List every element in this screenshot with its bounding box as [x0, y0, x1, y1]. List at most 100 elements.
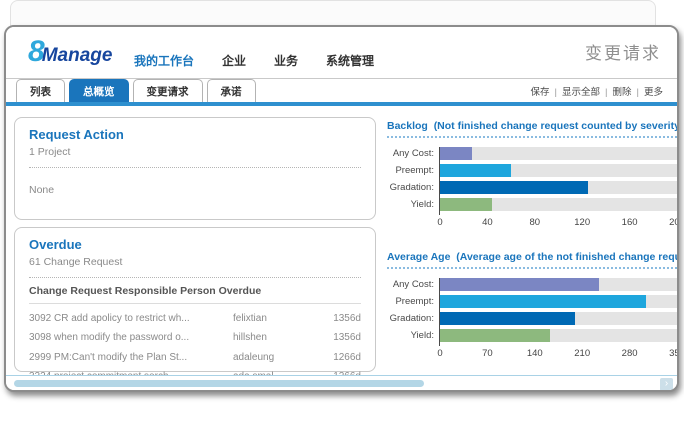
nav-item-系统管理[interactable]: 系统管理: [326, 54, 374, 68]
app-window: 8Manage 我的工作台企业业务系统管理 变更请求 列表总概览变更请求承诺 保…: [4, 25, 679, 392]
chart-bar: [440, 312, 575, 325]
chart-plot: Any Cost:Preempt:Gradation:Yield:: [387, 147, 677, 215]
chart-bar: [440, 329, 550, 342]
bar-track: [440, 181, 677, 194]
x-tick-label: 70: [482, 348, 493, 359]
cell-change-request: 2999 PM:Can't modify the Plan St...: [29, 352, 233, 363]
category-label: Any Cost:: [387, 147, 439, 160]
x-tick-label: 0: [437, 348, 442, 359]
app-header: 8Manage 我的工作台 企业 业务 系统管理 变更请求: [6, 27, 677, 79]
action-link-删除[interactable]: 删除: [613, 87, 632, 98]
table-row[interactable]: 2999 PM:Can't modify the Plan St...adale…: [29, 352, 361, 363]
action-link-保存[interactable]: 保存: [531, 87, 550, 98]
bars-area: [439, 147, 677, 215]
chart-bar: [440, 198, 492, 211]
category-labels: Any Cost:Preempt:Gradation:Yield:: [387, 147, 439, 215]
category-label: Preempt:: [387, 164, 439, 177]
content-area: Request Action 1 Project None Overdue 61…: [6, 106, 677, 375]
x-tick-label: 80: [530, 217, 541, 228]
x-axis-ticks: 0 70 140 210 280 350: [440, 348, 677, 360]
request-action-title: Request Action: [29, 127, 361, 142]
overdue-table-rows: 3092 CR add apolicy to restrict wh...fel…: [29, 313, 361, 383]
overdue-title: Overdue: [29, 237, 361, 252]
chart-bar: [440, 164, 511, 177]
cell-change-request: 3098 when modify the password o...: [29, 332, 233, 343]
action-links: 保存 | 显示全部 | 删除 | 更多: [531, 84, 663, 98]
cell-overdue: 1266d: [315, 352, 361, 363]
horizontal-scrollbar: ›: [6, 375, 677, 390]
chart-title: Backlog (Not finished change request cou…: [387, 120, 677, 138]
request-action-body: None: [29, 184, 361, 196]
tab-变更请求[interactable]: 变更请求: [133, 79, 203, 102]
page-title: 变更请求: [585, 39, 661, 64]
category-label: Gradation:: [387, 181, 439, 194]
x-tick-label: 40: [482, 217, 493, 228]
tab-列表[interactable]: 列表: [16, 79, 65, 102]
horizontal-scrollbar-thumb[interactable]: [14, 380, 424, 387]
nav-item-企业[interactable]: 企业: [222, 54, 246, 68]
cell-overdue: 1356d: [315, 313, 361, 324]
request-action-panel: Request Action 1 Project None: [14, 117, 376, 220]
action-link-更多[interactable]: 更多: [644, 87, 663, 98]
tab-总概览[interactable]: 总概览: [69, 79, 129, 102]
x-tick-label: 210: [574, 348, 590, 359]
chart-bar: [440, 181, 588, 194]
cell-overdue: 1356d: [315, 332, 361, 343]
x-tick-label: 160: [622, 217, 638, 228]
scroll-right-button[interactable]: ›: [660, 378, 673, 391]
bar-track: [440, 278, 677, 291]
cell-responsible-person: adaleung: [233, 352, 315, 363]
x-tick-label: 280: [622, 348, 638, 359]
overdue-table-header: Change Request Responsible Person Overdu…: [29, 285, 361, 304]
cell-change-request: 3092 CR add apolicy to restrict wh...: [29, 313, 233, 324]
bar-track: [440, 329, 677, 342]
chart-bar: [440, 278, 599, 291]
link-separator: |: [605, 87, 607, 98]
tabs: 列表总概览变更请求承诺: [16, 79, 260, 102]
chart-bar: [440, 295, 646, 308]
x-tick-label: 200: [669, 217, 679, 228]
chevron-right-icon: ›: [665, 378, 668, 389]
bar-track: [440, 198, 677, 211]
chart-subtitle-text: (Average age of the not finished change …: [456, 251, 679, 263]
table-row[interactable]: 3098 when modify the password o...hillsh…: [29, 332, 361, 343]
link-separator: |: [555, 87, 557, 98]
chart-plot: Any Cost: Preempt: Gradation: Yield:: [387, 278, 677, 346]
backlog-chart: Backlog (Not finished change request cou…: [387, 120, 677, 229]
bar-track: [440, 295, 677, 308]
cell-responsible-person: hillshen: [233, 332, 315, 343]
bar-track: [440, 312, 677, 325]
category-label: Yield:: [387, 329, 439, 342]
overdue-subtitle: 61 Change Request: [29, 256, 361, 268]
x-tick-label: 0: [437, 217, 442, 228]
average-age-chart: Average Age (Average age of the not fini…: [387, 251, 677, 360]
x-tick-label: 140: [527, 348, 543, 359]
table-row[interactable]: 3092 CR add apolicy to restrict wh...fel…: [29, 313, 361, 324]
chart-bar: [440, 147, 472, 160]
nav-item-我的工作台[interactable]: 我的工作台: [134, 54, 194, 68]
x-axis-ticks: 0 40 80 120 160 200: [440, 217, 677, 229]
overdue-panel: Overdue 61 Change Request Change Request…: [14, 227, 376, 372]
x-tick-label: 350: [669, 348, 679, 359]
background-window-edge: [10, 0, 656, 26]
divider: [29, 277, 361, 278]
category-label: Preempt:: [387, 295, 439, 308]
x-tick-label: 120: [574, 217, 590, 228]
action-link-显示全部[interactable]: 显示全部: [562, 87, 600, 98]
main-nav: 我的工作台 企业 业务 系统管理: [134, 52, 402, 70]
cell-responsible-person: felixtian: [233, 313, 315, 324]
request-action-subtitle: 1 Project: [29, 146, 361, 158]
app-logo: 8Manage: [28, 35, 112, 69]
chart-title-text: Backlog: [387, 120, 434, 132]
link-separator: |: [637, 87, 639, 98]
category-labels: Any Cost: Preempt: Gradation: Yield:: [387, 278, 439, 346]
nav-item-业务[interactable]: 业务: [274, 54, 298, 68]
category-label: Any Cost:: [387, 278, 439, 291]
logo-manage: Manage: [42, 45, 113, 66]
chart-title: Average Age (Average age of the not fini…: [387, 251, 677, 269]
tab-承诺[interactable]: 承诺: [207, 79, 256, 102]
category-label: Gradation:: [387, 312, 439, 325]
bars-area: [439, 278, 677, 346]
chart-title-text: Average Age: [387, 251, 456, 263]
bar-track: [440, 164, 677, 177]
